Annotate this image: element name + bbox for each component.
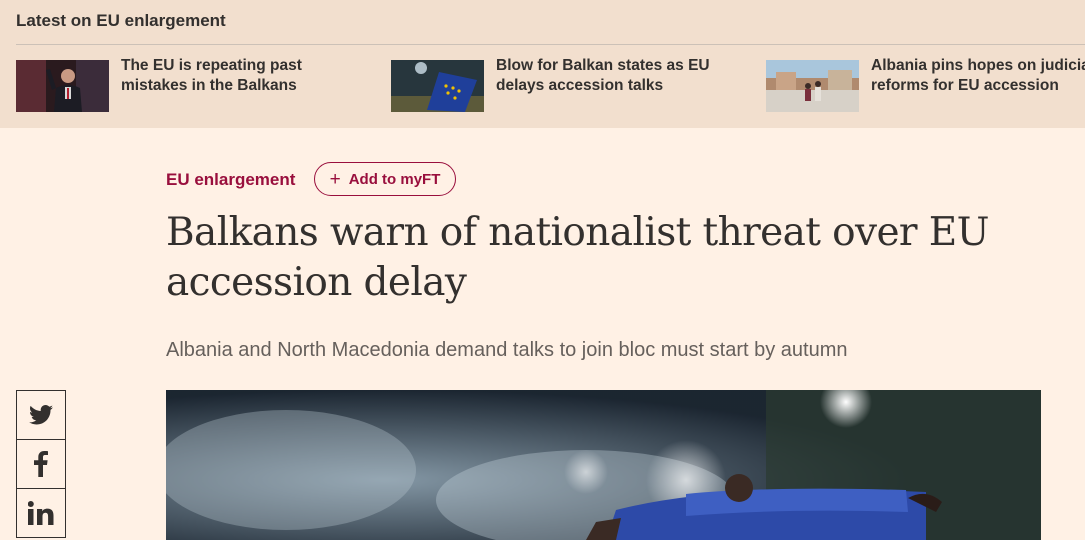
latest-item-1-headline[interactable]: The EU is repeating past mistakes in the…: [121, 56, 366, 96]
latest-item-2-headline[interactable]: Blow for Balkan states as EU delays acce…: [496, 56, 741, 96]
latest-divider: [16, 44, 1085, 45]
facebook-icon: [34, 451, 48, 477]
share-facebook-button[interactable]: [16, 439, 66, 489]
share-linkedin-button[interactable]: [16, 488, 66, 538]
add-to-myft-label: Add to myFT: [348, 170, 441, 188]
latest-item-3-thumbnail[interactable]: [766, 60, 859, 112]
latest-item-2[interactable]: Blow for Balkan states as EU delays acce…: [391, 56, 736, 116]
hero-image: [166, 390, 1041, 540]
add-to-myft-button[interactable]: + Add to myFT: [314, 162, 456, 196]
latest-bar: Latest on EU enlargement The EU is repea…: [0, 0, 1085, 128]
twitter-icon: [29, 405, 53, 425]
article-headline: Balkans warn of nationalist threat over …: [166, 210, 990, 305]
share-twitter-button[interactable]: [16, 390, 66, 440]
plus-icon: +: [329, 168, 341, 190]
latest-item-3[interactable]: Albania pins hopes on judicial reforms f…: [766, 56, 1085, 116]
latest-item-3-headline[interactable]: Albania pins hopes on judicial reforms f…: [871, 56, 1085, 96]
latest-item-2-thumbnail[interactable]: [391, 60, 484, 112]
article-standfirst: Albania and North Macedonia demand talks…: [166, 339, 848, 361]
latest-heading: Latest on EU enlargement: [16, 11, 226, 30]
latest-item-1[interactable]: The EU is repeating past mistakes in the…: [16, 56, 361, 116]
linkedin-icon: [28, 501, 54, 525]
latest-item-1-thumbnail[interactable]: [16, 60, 109, 112]
topic-link[interactable]: EU enlargement: [166, 170, 295, 190]
